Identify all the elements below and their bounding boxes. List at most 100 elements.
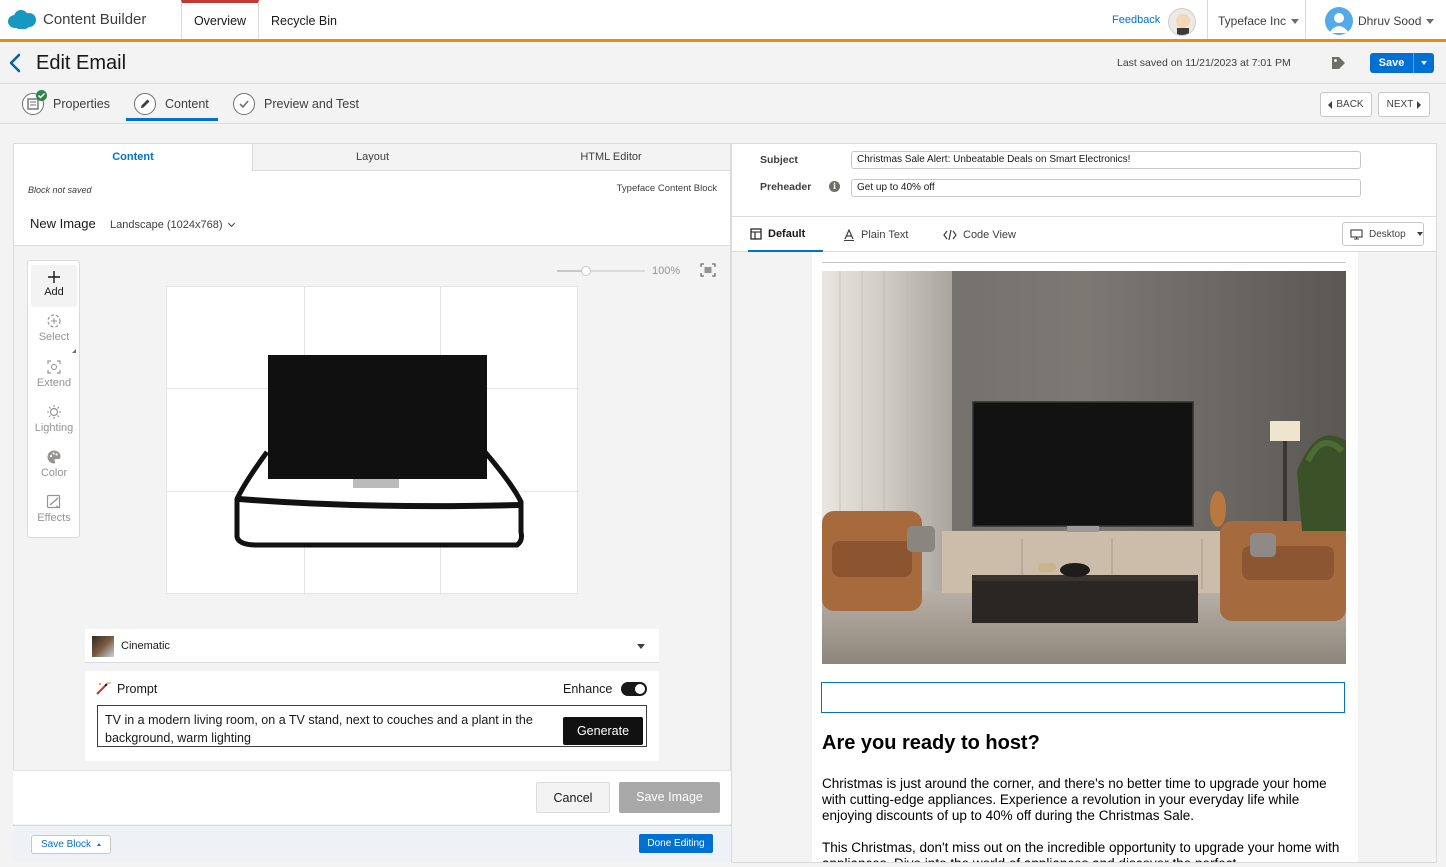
divider [1305, 0, 1306, 39]
brand[interactable]: Content Builder [8, 9, 146, 29]
tab-plain-text[interactable]: Plain Text [843, 217, 909, 252]
image-title: New Image [30, 216, 96, 231]
nav-tab-recycle-bin[interactable]: Recycle Bin [259, 0, 349, 39]
divider [1207, 0, 1208, 39]
preheader-input[interactable]: Get up to 40% off [851, 179, 1361, 197]
save-block-button[interactable]: Save Block [31, 835, 111, 854]
tab-code-view[interactable]: Code View [943, 217, 1016, 252]
magic-wand-icon [96, 682, 111, 695]
checkmark-badge-icon [36, 90, 47, 101]
tab-default[interactable]: Default [748, 217, 823, 252]
tag-icon[interactable] [1327, 53, 1349, 73]
prompt-input[interactable]: TV in a modern living room, on a TV stan… [97, 705, 647, 747]
style-select-value: Cinematic [121, 640, 170, 652]
user-name: Dhruv Sood [1358, 14, 1422, 28]
user-menu[interactable]: Dhruv Sood [1358, 14, 1435, 28]
block-header: Block not saved Typeface Content Block N… [14, 171, 730, 246]
step-properties[interactable]: Properties [22, 90, 110, 117]
select-target-icon [47, 314, 61, 328]
empty-content-block[interactable] [821, 682, 1345, 713]
last-saved-text: Last saved on 11/21/2023 at 7:01 PM [1117, 57, 1291, 69]
active-step-indicator [126, 118, 218, 121]
tv-sketch-image [234, 355, 524, 548]
astro-avatar-icon[interactable] [1168, 8, 1196, 36]
save-image-button[interactable]: Save Image [619, 782, 720, 813]
tab-layout[interactable]: Layout [253, 144, 492, 171]
org-switcher[interactable]: Typeface Inc [1218, 14, 1300, 28]
sun-icon [47, 405, 61, 419]
email-paragraph: This Christmas, don't miss out on the in… [822, 840, 1340, 862]
page-header: Edit Email Last saved on 11/21/2023 at 7… [0, 42, 1446, 84]
caret-right-icon [1417, 100, 1422, 109]
hero-image[interactable] [822, 271, 1346, 664]
tool-lighting[interactable]: Lighting [31, 404, 77, 444]
properties-icon [22, 90, 47, 115]
code-icon [943, 229, 957, 240]
pencil-icon [134, 93, 156, 115]
chevron-down-icon [1291, 19, 1300, 25]
tool-add[interactable]: Add [31, 265, 77, 307]
palette-icon [47, 450, 61, 464]
block-status: Block not saved [28, 185, 92, 195]
prompt-section: Prompt Enhance TV in a modern living roo… [85, 671, 659, 761]
image-canvas[interactable] [166, 286, 579, 595]
brand-name: Content Builder [43, 10, 147, 28]
tab-html-editor[interactable]: HTML Editor [492, 144, 730, 171]
text-icon [844, 228, 854, 241]
feedback-link[interactable]: Feedback [1112, 14, 1160, 26]
preheader-label: Preheader [760, 181, 812, 193]
step-content[interactable]: Content [134, 91, 209, 117]
step-label: Preview and Test [264, 97, 359, 111]
info-icon[interactable]: i [829, 181, 840, 192]
global-nav: Content Builder Overview Recycle Bin Fee… [0, 0, 1446, 42]
user-avatar[interactable] [1325, 7, 1353, 35]
living-room-image [822, 271, 1346, 664]
divider [822, 262, 1346, 263]
tool-color[interactable]: Color [31, 449, 77, 489]
tool-label: Add [44, 286, 64, 298]
caret-up-icon [96, 842, 101, 846]
enhance-toggle[interactable] [621, 682, 647, 696]
nav-tab-overview[interactable]: Overview [181, 0, 259, 39]
tool-label: Lighting [34, 422, 74, 434]
next-button[interactable]: NEXT [1378, 92, 1430, 117]
tab-content[interactable]: Content [14, 144, 253, 171]
next-button-label: NEXT [1386, 99, 1414, 110]
save-button-label: Save [1370, 53, 1414, 73]
block-type-label: Typeface Content Block [616, 183, 717, 194]
tab-label: Default [768, 227, 806, 240]
size-dropdown-value: Landscape (1024x768) [110, 219, 223, 231]
generate-button[interactable]: Generate [563, 717, 643, 745]
style-select[interactable]: Cinematic [85, 629, 659, 663]
tool-effects[interactable]: Effects [31, 494, 77, 534]
block-footer: Save Block Done Editing [13, 825, 731, 861]
back-arrow-icon[interactable] [7, 52, 23, 74]
back-button[interactable]: BACK [1320, 92, 1372, 117]
tool-select[interactable]: Select [31, 313, 77, 353]
tool-extend[interactable]: Extend [31, 359, 77, 399]
fit-to-screen-icon[interactable] [700, 263, 716, 277]
cancel-button[interactable]: Cancel [536, 782, 610, 813]
tool-label: Extend [36, 377, 72, 389]
prompt-input-value: TV in a modern living room, on a TV stan… [105, 713, 533, 745]
step-label: Properties [53, 97, 110, 111]
editor-tabs: Content Layout HTML Editor [14, 144, 730, 171]
zoom-slider-handle[interactable] [581, 266, 591, 276]
tool-label: Color [40, 467, 68, 479]
effects-icon [46, 494, 61, 509]
subject-input[interactable]: Christmas Sale Alert: Unbeatable Deals o… [851, 151, 1361, 169]
tab-label: Plain Text [861, 228, 909, 241]
view-tabs: Default Plain Text Code View Desktop [732, 216, 1436, 252]
device-select[interactable]: Desktop [1342, 222, 1424, 246]
subject-label: Subject [760, 154, 798, 166]
chevron-down-icon [1426, 19, 1435, 25]
image-action-bar: Cancel Save Image [13, 770, 731, 824]
done-editing-button[interactable]: Done Editing [639, 834, 713, 853]
page-title: Edit Email [36, 52, 127, 74]
step-preview-and-test[interactable]: Preview and Test [233, 91, 359, 117]
chevron-down-icon[interactable] [1414, 61, 1434, 65]
size-dropdown[interactable]: Landscape (1024x768) [110, 219, 235, 231]
extend-icon [47, 360, 61, 374]
style-thumbnail [92, 636, 114, 657]
save-button[interactable]: Save [1370, 53, 1434, 73]
